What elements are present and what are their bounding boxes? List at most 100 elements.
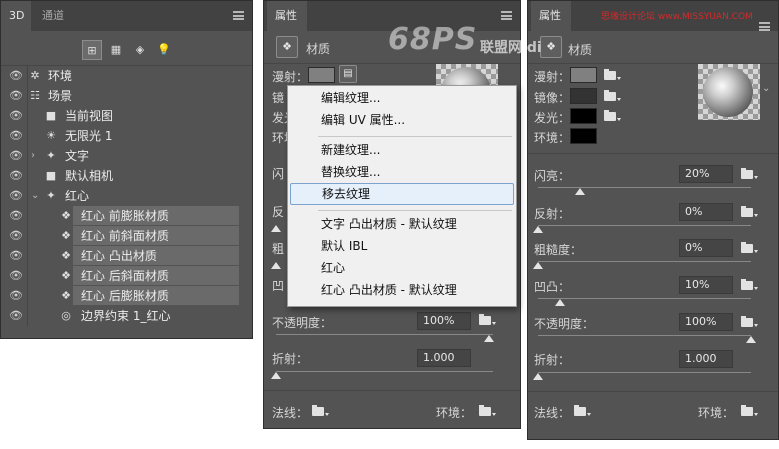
specular-swatch[interactable]: [570, 88, 597, 104]
layer-row-material[interactable]: 👁 ❖ 红心 前斜面材质: [1, 226, 252, 246]
layer-row-environment[interactable]: 👁 ✲ 环境: [1, 66, 252, 86]
refraction-input[interactable]: 1.000: [679, 350, 733, 368]
diffuse-label: 漫射：: [272, 70, 309, 84]
illumination-swatch[interactable]: [570, 108, 597, 124]
roughness-slider-track[interactable]: [538, 261, 751, 262]
diffuse-folder-icon[interactable]: [604, 69, 621, 82]
filter-material-icon[interactable]: ◈: [130, 40, 150, 60]
menu-item-default-ibl[interactable]: 默认 IBL: [290, 235, 514, 257]
eye-icon[interactable]: 👁: [9, 230, 23, 241]
reflection-slider-knob[interactable]: [533, 226, 543, 233]
opacity-input[interactable]: 100%: [417, 312, 471, 330]
opacity-texture-folder-icon[interactable]: [479, 314, 496, 327]
eye-icon[interactable]: 👁: [9, 150, 23, 161]
layer-row-scene[interactable]: 👁 ☷ 场景: [1, 86, 252, 106]
opacity-slider-track[interactable]: [276, 334, 493, 335]
bump-slider-track[interactable]: [538, 298, 751, 299]
refraction-label: 折射：: [272, 352, 309, 366]
filter-scene-icon[interactable]: ⊞: [82, 40, 102, 60]
eye-icon[interactable]: 👁: [9, 190, 23, 201]
shine-slider-knob[interactable]: [575, 188, 585, 195]
tab-3d[interactable]: 3D: [1, 1, 31, 31]
material-preview[interactable]: [698, 64, 760, 120]
layer-row-heart[interactable]: 👁 ⌄ ✦ 红心: [1, 186, 252, 206]
diffuse-swatch[interactable]: [308, 67, 335, 83]
refraction-slider-knob[interactable]: [271, 372, 281, 379]
eye-icon[interactable]: 👁: [9, 210, 23, 221]
chevron-down-icon[interactable]: ⌄: [31, 186, 39, 206]
menu-item-heart-extrusion-texture[interactable]: 红心 凸出材质 - 默认纹理: [290, 279, 514, 301]
menu-item-remove-texture[interactable]: 移去纹理: [290, 183, 514, 205]
refraction-slider-track[interactable]: [276, 371, 493, 372]
opacity-slider-track[interactable]: [538, 335, 751, 336]
menu-item-edit-texture[interactable]: 编辑纹理...: [290, 87, 514, 109]
refraction-slider-knob[interactable]: [533, 373, 543, 380]
layer-row-text[interactable]: 👁 › ✦ 文字: [1, 146, 252, 166]
eye-icon[interactable]: 👁: [9, 250, 23, 261]
layer-row-material[interactable]: 👁 ❖ 红心 前膨胀材质: [1, 206, 252, 226]
reflection-slider-knob[interactable]: [271, 225, 281, 232]
panel-menu-icon[interactable]: [233, 11, 244, 20]
eye-icon[interactable]: 👁: [9, 270, 23, 281]
eye-icon[interactable]: 👁: [9, 170, 23, 181]
panel-menu-icon[interactable]: [759, 22, 770, 31]
bump-folder-icon[interactable]: [741, 279, 758, 292]
normal-folder-icon[interactable]: [574, 405, 591, 418]
eye-icon[interactable]: 👁: [9, 70, 23, 81]
tab-properties[interactable]: 属性: [531, 1, 571, 31]
eye-icon[interactable]: 👁: [9, 130, 23, 141]
ambient-swatch[interactable]: [570, 128, 597, 144]
texture-menu-icon[interactable]: ▤: [339, 65, 357, 83]
eye-icon[interactable]: 👁: [9, 90, 23, 101]
roughness-input[interactable]: 0%: [679, 239, 733, 257]
shine-folder-icon[interactable]: [741, 168, 758, 181]
environment-icon: ✲: [30, 69, 40, 82]
filter-mesh-icon[interactable]: ▦: [106, 40, 126, 60]
opacity-slider-knob[interactable]: [484, 335, 494, 342]
reflection-folder-icon[interactable]: [741, 206, 758, 219]
bump-input[interactable]: 10%: [679, 276, 733, 294]
layer-row-default-camera[interactable]: 👁 ■ 默认相机: [1, 166, 252, 186]
layer-row-current-view[interactable]: 👁 ■ 当前视图: [1, 106, 252, 126]
chevron-right-icon[interactable]: ›: [31, 146, 35, 166]
menu-item-text-extrusion-texture[interactable]: 文字 凸出材质 - 默认纹理: [290, 213, 514, 235]
camera-icon: ■: [45, 109, 57, 122]
layer-row-constraint[interactable]: 👁 ◎ 边界约束 1_红心: [1, 306, 252, 326]
specular-folder-icon[interactable]: [604, 90, 621, 103]
illumination-folder-icon[interactable]: [604, 110, 621, 123]
environment-folder-icon[interactable]: [741, 405, 758, 418]
opacity-folder-icon[interactable]: [741, 316, 758, 329]
bump-slider-knob[interactable]: [555, 299, 565, 306]
layer-row-material[interactable]: 👁 ❖ 红心 凸出材质: [1, 246, 252, 266]
menu-item-edit-uv[interactable]: 编辑 UV 属性...: [290, 109, 514, 131]
eye-icon[interactable]: 👁: [9, 290, 23, 301]
normal-folder-icon[interactable]: [312, 405, 329, 418]
layer-row-material[interactable]: 👁 ❖ 红心 后膨胀材质: [1, 286, 252, 306]
roughness-slider-knob[interactable]: [271, 262, 281, 269]
reflection-slider-track[interactable]: [538, 225, 751, 226]
tab-channels[interactable]: 通道: [34, 1, 74, 31]
shine-input[interactable]: 20%: [679, 165, 733, 183]
eye-icon[interactable]: 👁: [9, 110, 23, 121]
eye-icon[interactable]: 👁: [9, 310, 23, 321]
menu-item-replace-texture[interactable]: 替换纹理...: [290, 161, 514, 183]
layer-row-infinite-light[interactable]: 👁 ☀ 无限光 1: [1, 126, 252, 146]
menu-item-new-texture[interactable]: 新建纹理...: [290, 139, 514, 161]
roughness-slider-knob[interactable]: [533, 262, 543, 269]
layer-row-material[interactable]: 👁 ❖ 红心 后斜面材质: [1, 266, 252, 286]
refraction-slider-track[interactable]: [538, 372, 751, 373]
opacity-slider-knob[interactable]: [746, 336, 756, 343]
roughness-folder-icon[interactable]: [741, 242, 758, 255]
tab-properties[interactable]: 属性: [267, 1, 307, 31]
shine-slider-track[interactable]: [538, 187, 751, 188]
chevron-down-icon[interactable]: ⌄: [762, 83, 770, 94]
menu-item-heart[interactable]: 红心: [290, 257, 514, 279]
panel-menu-icon[interactable]: [501, 11, 512, 20]
filter-light-icon[interactable]: 💡: [154, 40, 174, 60]
refraction-input[interactable]: 1.000: [417, 349, 471, 367]
opacity-input[interactable]: 100%: [679, 313, 733, 331]
diffuse-swatch[interactable]: [570, 67, 597, 83]
reflection-input[interactable]: 0%: [679, 203, 733, 221]
opacity-label: 不透明度：: [272, 316, 333, 330]
environment-folder-icon[interactable]: [479, 405, 496, 418]
